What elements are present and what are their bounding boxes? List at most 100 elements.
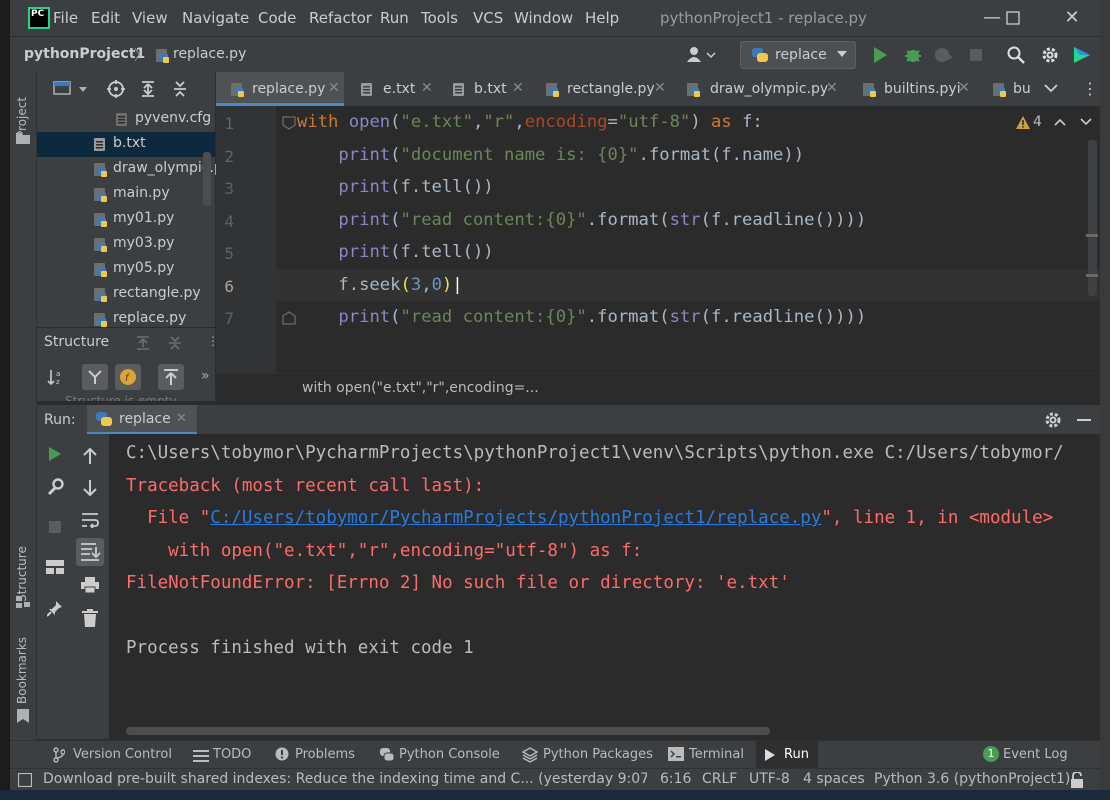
breadcrumb-file[interactable]: replace.py	[173, 46, 246, 62]
editor-scrollbar[interactable]	[1088, 140, 1097, 296]
console-file-link[interactable]: C:/Users/tobymor/PycharmProjects/pythonP…	[210, 508, 821, 528]
python-interpreter[interactable]: Python 3.6 (pythonProject1)	[874, 771, 1070, 787]
arrow-up-icon[interactable]	[82, 447, 98, 465]
menu-refactor[interactable]: Refactor	[309, 9, 372, 27]
arrow-down-icon[interactable]	[82, 479, 98, 497]
tab-rectangle-py[interactable]: rectangle.py ✕	[530, 72, 670, 106]
stop-icon[interactable]	[48, 520, 62, 534]
bookmarks-tool-tab[interactable]: Bookmarks	[15, 637, 29, 704]
tree-item-b-txt[interactable]: b.txt	[37, 132, 215, 157]
file-encoding[interactable]: UTF-8	[749, 771, 790, 787]
scroll-to-end-button[interactable]	[76, 538, 104, 566]
show-fields-icon[interactable]: f	[115, 364, 141, 390]
run-configuration-dropdown[interactable]: replace	[740, 41, 856, 69]
search-icon[interactable]	[1007, 46, 1025, 64]
tab-draw-olympic-py[interactable]: draw_olympic.py ✕	[672, 72, 846, 106]
close-tab-icon[interactable]: ✕	[328, 80, 340, 96]
tab-e-txt[interactable]: e.txt ✕	[346, 72, 438, 106]
menu-edit[interactable]: Edit	[91, 9, 120, 27]
breadcrumb-project[interactable]: pythonProject1	[24, 46, 145, 62]
previous-highlight-icon[interactable]	[1054, 117, 1066, 127]
wrench-icon[interactable]	[46, 478, 64, 496]
tab-run-active[interactable]: Run	[756, 741, 818, 769]
close-tab-icon[interactable]: ✕	[826, 80, 838, 96]
tab-terminal[interactable]: Terminal	[689, 747, 744, 762]
menu-vcs[interactable]: VCS	[473, 9, 503, 27]
trash-icon[interactable]	[82, 609, 98, 627]
console-horizontal-scrollbar[interactable]	[126, 727, 770, 735]
expand-all-icon[interactable]	[139, 80, 157, 98]
soft-wrap-icon[interactable]	[81, 512, 99, 528]
menu-run[interactable]: Run	[380, 9, 409, 27]
close-tab-icon[interactable]: ✕	[512, 80, 524, 96]
tree-item-rectangle[interactable]: rectangle.py	[37, 282, 215, 307]
expand-all-icon[interactable]	[135, 335, 151, 351]
status-toggle-icon[interactable]	[18, 773, 32, 787]
debug-icon[interactable]	[903, 45, 923, 65]
print-icon[interactable]	[81, 577, 99, 593]
lock-icon[interactable]	[1070, 772, 1084, 788]
more-options-icon[interactable]: ⋮	[1082, 79, 1098, 98]
tree-item-draw-olympic[interactable]: draw_olympic.py	[37, 157, 231, 182]
status-message[interactable]: Download pre-built shared indexes: Reduc…	[43, 771, 647, 787]
settings-gear-icon[interactable]	[1044, 411, 1062, 429]
close-tab-icon[interactable]: ✕	[654, 80, 666, 96]
more-actions-icon[interactable]: »	[201, 368, 210, 384]
menu-navigate[interactable]: Navigate	[182, 9, 249, 27]
show-inherited-icon[interactable]	[82, 364, 108, 390]
layout-icon[interactable]	[46, 560, 64, 574]
run-icon[interactable]	[872, 46, 888, 64]
tab-todo[interactable]: TODO	[213, 747, 251, 762]
maximize-button[interactable]	[993, 6, 1033, 30]
locate-file-icon[interactable]	[107, 80, 125, 98]
user-account-icon[interactable]	[686, 46, 716, 64]
run-tab-replace[interactable]: replace ✕	[87, 405, 197, 435]
menu-window[interactable]: Window	[514, 9, 573, 27]
menu-view[interactable]: View	[132, 9, 168, 27]
editor-breadcrumb[interactable]: with open("e.txt","r",encoding=...	[302, 380, 539, 396]
code-editor[interactable]: 1 2 3 4 5 6 7 with open("e.txt","r",enco…	[216, 106, 1100, 373]
navigate-up-icon[interactable]	[158, 364, 184, 390]
indent-setting[interactable]: 4 spaces	[803, 771, 865, 787]
next-highlight-icon[interactable]	[1080, 117, 1092, 127]
menu-code[interactable]: Code	[258, 9, 296, 27]
code-with-me-icon[interactable]	[1072, 45, 1092, 65]
fold-marker-icon[interactable]	[282, 116, 296, 130]
caret-position[interactable]: 6:16	[660, 771, 691, 787]
tab-problems[interactable]: Problems	[295, 747, 355, 762]
tab-version-control[interactable]: Version Control	[73, 747, 172, 762]
tab-replace-py[interactable]: replace.py ✕	[216, 72, 344, 106]
menu-tools[interactable]: Tools	[421, 9, 458, 27]
tab-python-packages[interactable]: Python Packages	[543, 747, 653, 762]
project-scrollbar[interactable]	[203, 152, 211, 206]
close-tab-icon[interactable]: ✕	[958, 80, 970, 96]
stop-icon[interactable]	[969, 48, 983, 62]
warning-icon[interactable]	[1016, 116, 1030, 129]
close-tab-icon[interactable]: ✕	[421, 80, 433, 96]
fold-end-marker-icon[interactable]	[282, 311, 296, 325]
menu-help[interactable]: Help	[585, 9, 619, 27]
pin-tab-icon[interactable]	[47, 600, 63, 618]
project-tool-tab[interactable]: Project	[15, 82, 29, 138]
show-hidden-tabs-icon[interactable]	[1044, 83, 1058, 93]
hide-panel-icon[interactable]	[1077, 419, 1091, 421]
tree-item-main[interactable]: main.py	[37, 182, 215, 207]
sort-alphabetically-icon[interactable]: az	[47, 368, 65, 386]
tab-event-log[interactable]: Event Log	[1003, 747, 1068, 762]
run-console[interactable]: C:\Users\tobymor\PycharmProjects\pythonP…	[109, 434, 1100, 739]
tree-item-replace[interactable]: replace.py	[37, 307, 215, 327]
tab-python-console[interactable]: Python Console	[399, 747, 500, 762]
tab-builtins-pyi[interactable]: builtins.pyi ✕	[846, 72, 980, 106]
menu-file[interactable]: File	[53, 9, 78, 27]
run-with-coverage-icon[interactable]	[934, 46, 954, 64]
settings-gear-icon[interactable]	[1041, 46, 1059, 64]
tree-item-my01[interactable]: my01.py	[37, 207, 215, 232]
tree-item-my03[interactable]: my03.py	[37, 232, 215, 257]
collapse-all-icon[interactable]	[167, 335, 183, 351]
structure-tool-tab[interactable]: Structure	[15, 538, 29, 602]
collapse-all-icon[interactable]	[171, 80, 189, 98]
tree-item-pyvenv-cfg[interactable]: pyvenv.cfg	[37, 107, 215, 132]
tree-item-my05[interactable]: my05.py	[37, 257, 215, 282]
close-tab-icon[interactable]: ✕	[176, 411, 187, 426]
rerun-icon[interactable]	[48, 446, 62, 462]
